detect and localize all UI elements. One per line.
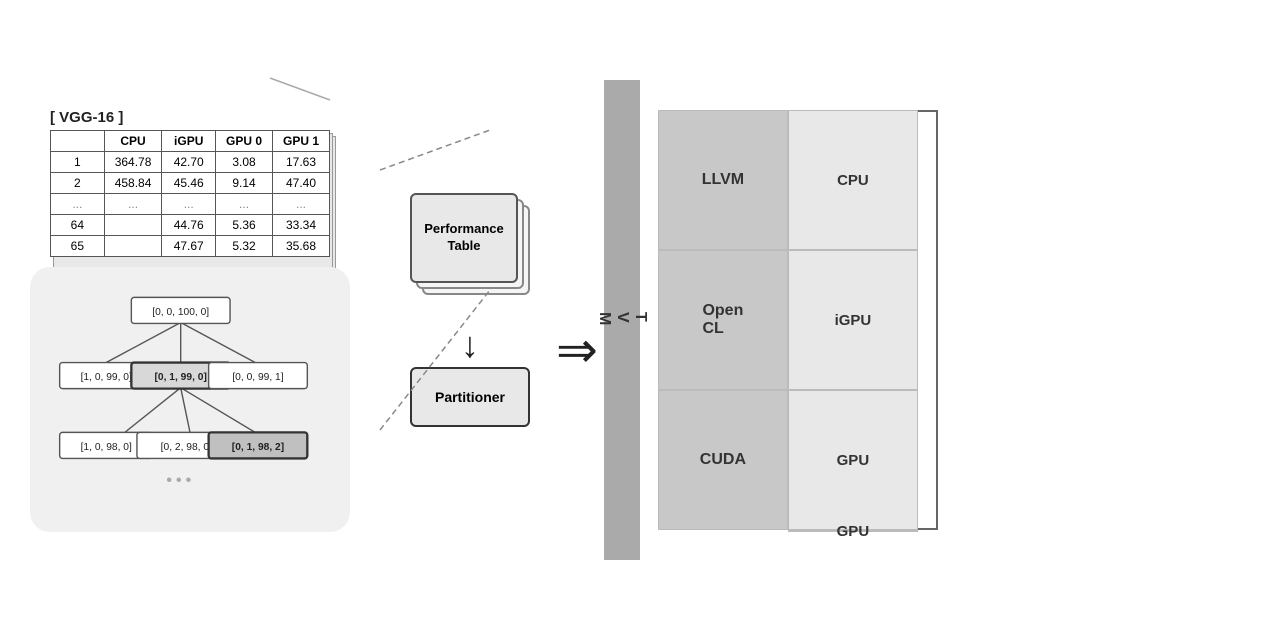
right-bracket (918, 110, 938, 530)
table-cell: 9.14 (216, 172, 273, 193)
table-cell: ... (104, 193, 162, 214)
perf-table-stack: PerformanceTable (410, 193, 530, 323)
table-cell (104, 235, 162, 256)
table-cell: ... (273, 193, 330, 214)
down-arrow: ↓ (461, 327, 479, 363)
partitioner-label: Partitioner (435, 389, 505, 405)
table-cell: 364.78 (104, 151, 162, 172)
table-cell: 1 (51, 151, 105, 172)
tvm-label: TVM (595, 312, 649, 328)
perf-table-label: PerformanceTable (424, 221, 503, 255)
right-section: LLVM CPU OpenCL iGPU CUDA GPU GPU (648, 110, 918, 530)
table-cell: 33.34 (273, 214, 330, 235)
cuda-cell: CUDA (658, 390, 788, 530)
col-header-gpu0: GPU 0 (216, 130, 273, 151)
left-section: [ VGG-16 ] CPU iGPU GPU 0 GPU 1 (30, 109, 370, 532)
gpu0-cell: GPU (788, 390, 918, 530)
table-cell: ... (51, 193, 105, 214)
table-cell: 5.32 (216, 235, 273, 256)
table-row: 64 44.765.3633.34 (51, 214, 330, 235)
table-cell: 35.68 (273, 235, 330, 256)
table-cell: 47.67 (162, 235, 216, 256)
partitioner-box: Partitioner (410, 367, 530, 427)
col-header-igpu: iGPU (162, 130, 216, 151)
svg-text:[0, 2, 98, 0]: [0, 2, 98, 0] (161, 442, 212, 453)
table-row: 2458.8445.469.1447.40 (51, 172, 330, 193)
tree-section: [0, 0, 100, 0] [1, 0, 99, 0] [0, 1, 99, … (30, 267, 350, 532)
svg-text:[0, 0, 100, 0]: [0, 0, 100, 0] (152, 307, 209, 318)
table-cell: 44.76 (162, 214, 216, 235)
igpu-cell: iGPU (788, 250, 918, 390)
table-cell: ... (162, 193, 216, 214)
col-header-gpu1: GPU 1 (273, 130, 330, 151)
tree-svg: [0, 0, 100, 0] [1, 0, 99, 0] [0, 1, 99, … (55, 287, 325, 507)
opencl-cell: OpenCL (658, 250, 788, 390)
table-cell: 17.63 (273, 151, 330, 172)
table-cell: 45.46 (162, 172, 216, 193)
table-cell: 65 (51, 235, 105, 256)
right-arrow-icon: ⇒ (556, 321, 598, 379)
targets-grid: LLVM CPU OpenCL iGPU CUDA GPU GPU (658, 110, 918, 530)
table-cell: 47.40 (273, 172, 330, 193)
table-cell: 458.84 (104, 172, 162, 193)
vgg-container: [ VGG-16 ] CPU iGPU GPU 0 GPU 1 (50, 109, 330, 257)
diagram-container: [ VGG-16 ] CPU iGPU GPU 0 GPU 1 (0, 0, 1280, 640)
table-row: ............... (51, 193, 330, 214)
svg-text:[0, 1, 98, 2]: [0, 1, 98, 2] (232, 442, 284, 453)
svg-text:[0, 0, 99, 1]: [0, 0, 99, 1] (232, 372, 283, 383)
performance-data-table: CPU iGPU GPU 0 GPU 1 1364.7842.703.0817.… (50, 130, 330, 257)
table-stack: CPU iGPU GPU 0 GPU 1 1364.7842.703.0817.… (50, 130, 330, 257)
table-cell: 42.70 (162, 151, 216, 172)
cpu-cell: CPU (788, 110, 918, 250)
table-cell: 2 (51, 172, 105, 193)
svg-text:[1, 0, 98, 0]: [1, 0, 98, 0] (81, 442, 132, 453)
svg-text:[0, 1, 99, 0]: [0, 1, 99, 0] (155, 372, 207, 383)
table-cell: 5.36 (216, 214, 273, 235)
table-header-row: CPU iGPU GPU 0 GPU 1 (51, 130, 330, 151)
tvm-bar: TVM (604, 80, 640, 560)
table-cell: 64 (51, 214, 105, 235)
table-cell: ... (216, 193, 273, 214)
col-header-0 (51, 130, 105, 151)
vgg-label: [ VGG-16 ] (50, 109, 330, 126)
svg-text:[1, 0, 99, 0]: [1, 0, 99, 0] (81, 372, 132, 383)
llvm-cell: LLVM (658, 110, 788, 250)
table-row: 65 47.675.3235.68 (51, 235, 330, 256)
table-cell: 3.08 (216, 151, 273, 172)
perf-box-main: PerformanceTable (410, 193, 518, 283)
gpu1-cell: GPU (788, 530, 918, 532)
table-row: 1364.7842.703.0817.63 (51, 151, 330, 172)
col-header-cpu: CPU (104, 130, 162, 151)
table-cell (104, 214, 162, 235)
svg-text:•••: ••• (166, 470, 195, 489)
